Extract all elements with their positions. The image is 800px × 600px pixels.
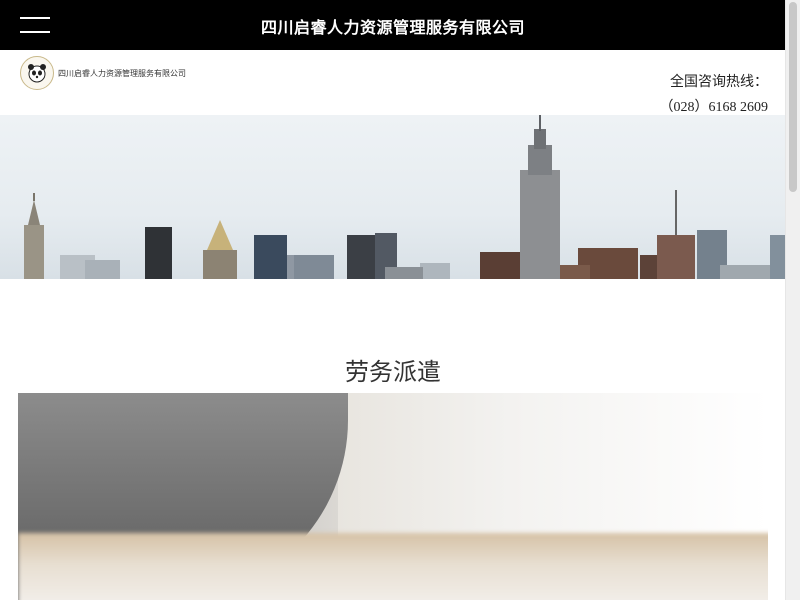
section-photo (18, 393, 768, 600)
site-title: 四川启睿人力资源管理服务有限公司 (260, 18, 525, 37)
hotline-label: 全国咨询热线： (670, 75, 768, 90)
scrollbar-thumb[interactable] (789, 2, 797, 192)
banner-image (0, 115, 786, 279)
city-skyline-illustration (24, 115, 786, 279)
logo-text: 四川启睿人力资源管理服务有限公司 (58, 68, 186, 78)
section-title: 劳务派遣 (345, 358, 441, 386)
top-navigation-bar: 四川启睿人力资源管理服务有限公司 (0, 0, 786, 50)
header: 四川启睿人力资源管理服务有限公司 全国咨询热线： （028）6168 2609 (0, 50, 786, 115)
panda-emblem-icon (20, 56, 54, 90)
vertical-scrollbar[interactable] (785, 0, 800, 600)
hotline-block: 全国咨询热线： （028）6168 2609 (660, 70, 769, 120)
company-logo[interactable]: 四川启睿人力资源管理服务有限公司 (20, 56, 186, 90)
